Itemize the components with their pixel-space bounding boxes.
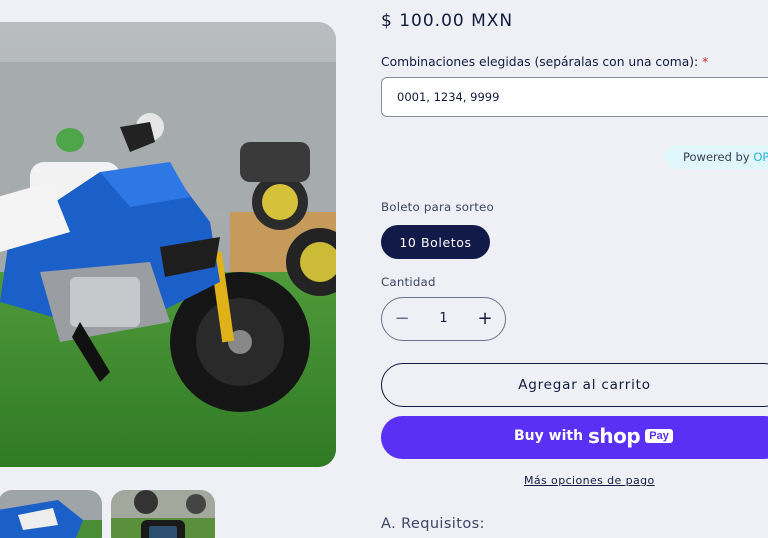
shop-pay-button[interactable]: Buy with shop Pay xyxy=(381,416,768,459)
ticket-option-label: Boleto para sorteo xyxy=(381,200,494,214)
powered-by-badge[interactable]: Powered by OPT xyxy=(665,145,768,169)
product-main-image[interactable] xyxy=(0,22,336,467)
add-to-cart-button[interactable]: Agregar al carrito xyxy=(381,363,768,407)
product-thumbnail-2[interactable] xyxy=(111,490,215,538)
add-to-cart-label: Agregar al carrito xyxy=(518,377,651,393)
shop-pay-content: Buy with shop Pay xyxy=(514,426,673,446)
required-indicator: * xyxy=(702,55,709,69)
motorcycle-photo xyxy=(0,22,336,467)
combinations-input[interactable] xyxy=(381,77,768,117)
combinations-label: Combinaciones elegidas (sepáralas con un… xyxy=(381,55,708,69)
quantity-stepper: − 1 + xyxy=(381,297,506,341)
more-payment-options-link[interactable]: Más opciones de pago xyxy=(524,474,655,487)
quantity-increase-button[interactable]: + xyxy=(465,298,505,340)
thumbnail-image xyxy=(111,490,215,538)
powered-by-prefix: Powered by xyxy=(683,150,750,164)
ticket-option-10-boletos[interactable]: 10 Boletos xyxy=(381,225,490,259)
quantity-decrease-button[interactable]: − xyxy=(382,298,422,340)
buy-with-text: Buy with xyxy=(514,428,584,444)
thumbnail-image xyxy=(0,490,102,538)
requirements-heading: A. Requisitos: xyxy=(381,516,485,532)
shop-logo: shop xyxy=(588,424,641,448)
powered-by-brand: OPT xyxy=(753,150,768,164)
combinations-label-text: Combinaciones elegidas (sepáralas con un… xyxy=(381,55,699,69)
pay-badge: Pay xyxy=(645,429,673,443)
product-price: $ 100.00 MXN xyxy=(381,11,514,31)
quantity-label: Cantidad xyxy=(381,275,436,289)
quantity-value[interactable]: 1 xyxy=(422,298,465,340)
product-thumbnail-1[interactable] xyxy=(0,490,102,538)
